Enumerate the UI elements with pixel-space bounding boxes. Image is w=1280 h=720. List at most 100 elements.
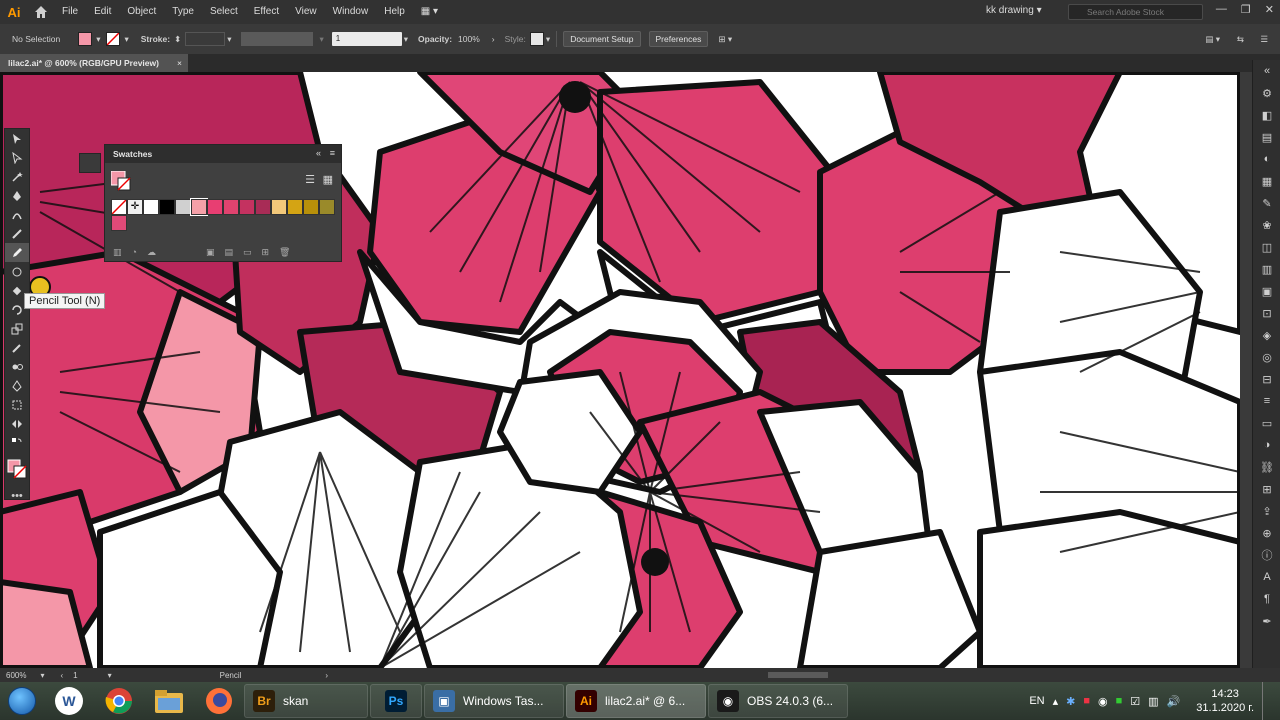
color-guide-icon[interactable]: ◐ <box>1253 148 1280 170</box>
fill-swatch[interactable] <box>78 32 93 46</box>
firefox-icon[interactable] <box>194 683 244 719</box>
search-stock-input[interactable]: Search Adobe Stock <box>1068 4 1203 20</box>
menu-object[interactable]: Object <box>119 0 164 24</box>
chevron-down-icon[interactable]: ▾ <box>227 34 231 45</box>
pen-tool-icon[interactable] <box>5 186 29 205</box>
chevron-down-icon[interactable]: ▾ <box>124 34 128 45</box>
menu-help[interactable]: Help <box>376 0 413 24</box>
paintbrush-tool-icon[interactable] <box>5 224 29 243</box>
color-swatch[interactable] <box>287 199 303 215</box>
eyedropper-tool-icon[interactable] <box>5 338 29 357</box>
brush-options-icon[interactable]: ✒ <box>1253 610 1280 632</box>
registration-swatch[interactable]: ✛ <box>127 199 143 215</box>
properties-icon[interactable]: ⚙ <box>1253 82 1280 104</box>
magic-wand-tool-icon[interactable] <box>5 167 29 186</box>
scale-tool-icon[interactable] <box>5 319 29 338</box>
taskbar-app-button[interactable]: ▣ Windows Tas... <box>424 684 564 718</box>
document-setup-button[interactable]: Document Setup <box>563 31 641 47</box>
word-app-icon[interactable]: W <box>44 683 94 719</box>
acrobat-tray-icon[interactable]: ■ <box>1083 695 1090 707</box>
menu-select[interactable]: Select <box>202 0 246 24</box>
volume-icon[interactable]: 🔊 <box>1167 695 1181 708</box>
color-swatch[interactable] <box>255 199 271 215</box>
panel-collapsed-icon[interactable] <box>79 153 101 173</box>
chrome-icon[interactable] <box>94 683 144 719</box>
preferences-button[interactable]: Preferences <box>648 31 709 47</box>
action-center-icon[interactable]: ☑ <box>1130 695 1140 708</box>
workspace-switcher[interactable]: kk drawing ▾ <box>986 5 1042 16</box>
more-options-icon[interactable]: ☰ <box>1260 34 1268 45</box>
stroke-stepper[interactable]: ⬍ <box>174 34 181 45</box>
fill-stroke-preview[interactable] <box>110 170 131 191</box>
folder-icon[interactable]: ▭ <box>243 247 252 258</box>
color-swatch[interactable] <box>175 199 191 215</box>
blend-tool-icon[interactable] <box>5 357 29 376</box>
bluetooth-icon[interactable]: ✱ <box>1066 695 1075 708</box>
chevron-right-icon[interactable]: › <box>492 34 495 44</box>
shaper-tool-icon[interactable] <box>5 262 29 281</box>
appearance-icon[interactable]: ◎ <box>1253 346 1280 368</box>
chevron-down-icon[interactable]: ▾ <box>108 671 112 680</box>
artboard-number[interactable]: 1 <box>73 671 77 680</box>
new-swatch-icon[interactable]: ⊞ <box>262 247 270 258</box>
pencil-tool-icon[interactable] <box>5 243 29 262</box>
opacity-value[interactable]: 100% <box>458 34 480 44</box>
horizontal-scrollbar[interactable] <box>768 672 829 678</box>
gradient-icon[interactable]: ▭ <box>1253 412 1280 434</box>
image-trace-icon[interactable]: ⊞ <box>1253 478 1280 500</box>
transform-icon[interactable]: ⊡ <box>1253 302 1280 324</box>
collapse-panel-icon[interactable]: « <box>316 148 321 158</box>
panel-menu-icon[interactable]: ⇆ <box>1237 34 1244 45</box>
color-swatch[interactable] <box>111 215 127 231</box>
menu-type[interactable]: Type <box>164 0 202 24</box>
artboard-prev-icon[interactable]: ‹ <box>60 671 63 680</box>
color-swatch[interactable] <box>319 199 335 215</box>
taskbar-app-button[interactable]: Br skan <box>244 684 368 718</box>
pathfinder-icon[interactable]: ▣ <box>1253 280 1280 302</box>
color-swatch-selected[interactable] <box>190 198 208 216</box>
taskbar-app-button[interactable]: Ai lilac2.ai* @ 6... <box>566 684 706 718</box>
clock[interactable]: 14:23 31.1.2020 г. <box>1196 687 1254 715</box>
network-icon[interactable]: ▥ <box>1148 695 1158 708</box>
swap-colors-icon[interactable] <box>5 433 29 452</box>
obs-tray-icon[interactable]: ◉ <box>1098 695 1108 708</box>
brush-definition-field[interactable]: 1 <box>331 32 402 46</box>
panel-menu-icon[interactable]: ≡ <box>330 148 335 158</box>
color-swatch[interactable] <box>143 199 159 215</box>
graphic-style-swatch[interactable] <box>529 32 544 46</box>
home-icon[interactable] <box>28 0 54 24</box>
symbols-icon[interactable]: ❀ <box>1253 214 1280 236</box>
symbol-sprayer-tool-icon[interactable] <box>5 414 29 433</box>
stroke-panel-icon[interactable]: ≡ <box>1253 390 1280 412</box>
fill-stroke-icon[interactable] <box>5 452 29 486</box>
collapse-dock-icon[interactable]: « <box>1253 60 1280 82</box>
chevron-down-icon[interactable]: ▾ <box>404 34 408 45</box>
close-tab-icon[interactable]: × <box>177 54 182 72</box>
chevron-down-icon[interactable]: ▾ <box>40 671 44 680</box>
libraries-icon[interactable]: ◧ <box>1253 104 1280 126</box>
info-icon[interactable]: ⓘ <box>1253 544 1280 566</box>
zoom-level[interactable]: 600% <box>6 671 26 680</box>
free-transform-tool-icon[interactable] <box>5 395 29 414</box>
minimize-icon[interactable]: — <box>1216 3 1227 16</box>
chevron-down-icon[interactable]: ▾ <box>96 34 100 45</box>
show-swatch-kinds-icon[interactable]: ◔ <box>132 247 137 257</box>
color-swatch[interactable] <box>271 199 287 215</box>
swatch-libraries-icon[interactable]: ▥ <box>113 247 122 258</box>
variable-width-profile[interactable] <box>241 32 314 46</box>
graphic-styles-icon[interactable]: ⊟ <box>1253 368 1280 390</box>
brushes-icon[interactable]: ✎ <box>1253 192 1280 214</box>
start-button[interactable] <box>0 682 44 720</box>
align-panel-icon[interactable]: ▥ <box>1253 258 1280 280</box>
arrange-icon[interactable]: ▤ ▾ <box>1205 34 1220 45</box>
menu-edit[interactable]: Edit <box>86 0 119 24</box>
show-desktop-button[interactable] <box>1262 682 1272 720</box>
color-swatch[interactable] <box>303 199 319 215</box>
new-color-group-icon[interactable]: ▤ <box>224 247 233 258</box>
restore-icon[interactable]: ❐ <box>1241 3 1251 16</box>
taskbar-app-button[interactable]: Ps <box>370 684 422 718</box>
asset-export-icon[interactable]: ⇪ <box>1253 500 1280 522</box>
direct-selection-tool-icon[interactable] <box>5 148 29 167</box>
paragraph-icon[interactable]: ¶ <box>1253 588 1280 610</box>
shield-icon[interactable]: ■ <box>1116 695 1123 707</box>
